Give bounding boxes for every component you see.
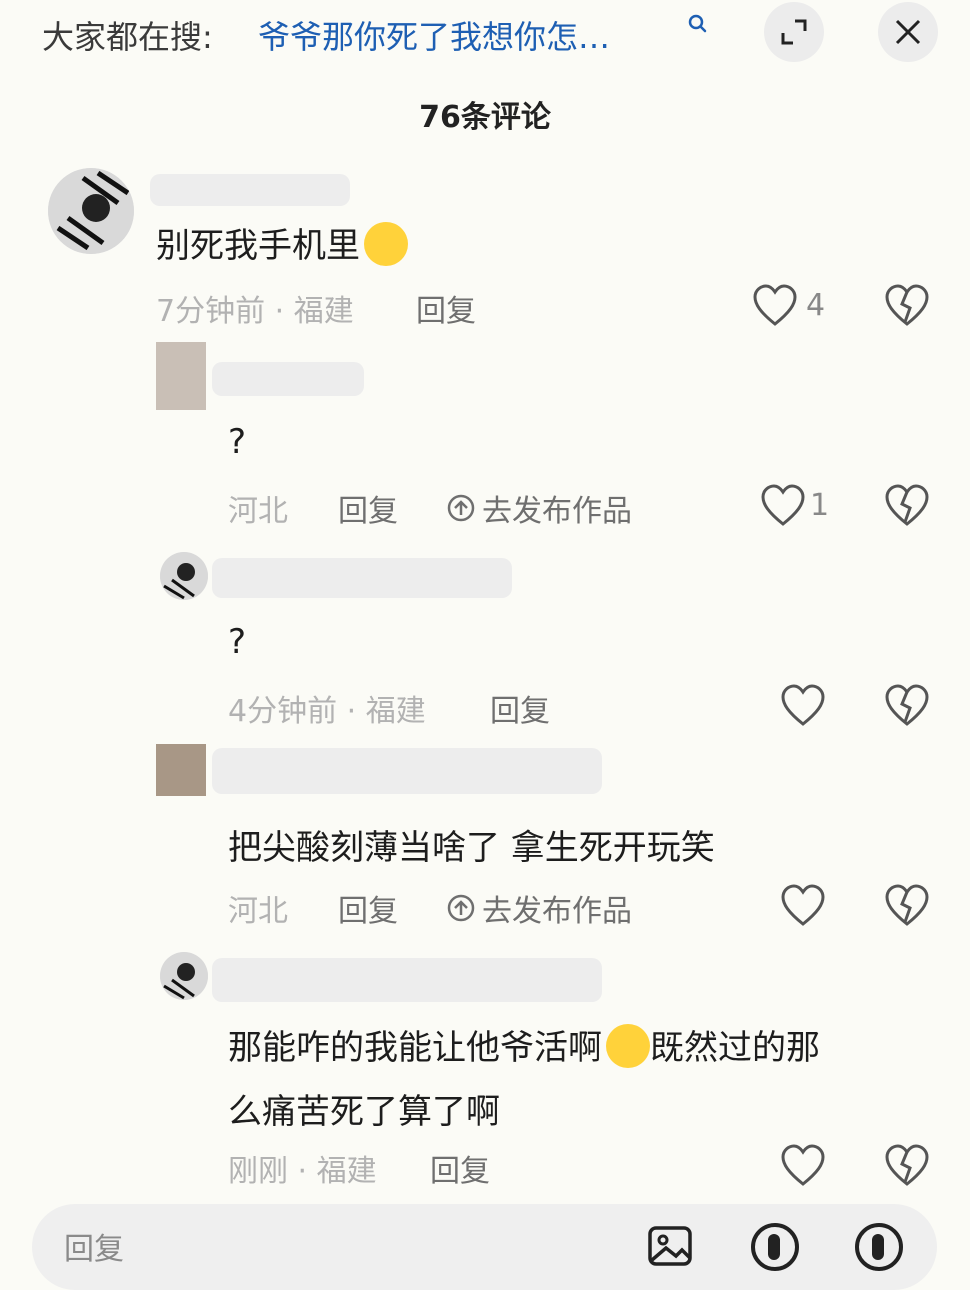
heart-icon[interactable] (780, 684, 826, 728)
comment-text-line2: 么痛苦死了算了啊 (228, 1092, 500, 1132)
username-blurred[interactable] (150, 174, 350, 206)
publish-work-link[interactable]: 去发布作品 (446, 486, 632, 530)
broken-heart-icon[interactable] (884, 884, 930, 928)
emoji-cry-laugh (364, 221, 408, 266)
publish-work-label: 去发布作品 (482, 494, 632, 529)
heart-icon[interactable] (760, 484, 806, 528)
upload-icon (447, 494, 475, 522)
close-button[interactable] (878, 2, 938, 62)
comment-text: 把尖酸刻薄当啥了 拿生死开玩笑 (228, 828, 715, 868)
upload-icon (447, 894, 475, 922)
heart-icon[interactable] (752, 284, 798, 328)
comment-text: 那能咋的我能让他爷活啊 既然过的那 (228, 1020, 820, 1072)
search-label: 大家都在搜: (42, 18, 213, 56)
comment-text: ? (228, 622, 247, 662)
comment-meta: 7分钟前 · 福建 (156, 294, 354, 329)
like-count: 1 (810, 488, 830, 523)
comment-text: 别死我手机里 (156, 218, 408, 270)
broken-heart-icon[interactable] (884, 284, 930, 328)
emoji-cry-laugh (606, 1023, 650, 1068)
comment-meta: 河北 (228, 494, 288, 529)
avatar-image (48, 168, 134, 254)
reply-button[interactable]: 回复 (338, 486, 398, 530)
broken-heart-icon[interactable] (884, 1144, 930, 1188)
username-blurred[interactable] (212, 558, 512, 598)
avatar-image (160, 552, 208, 600)
search-suggestion-link[interactable]: 爷爷那你死了我想你怎… (258, 12, 610, 58)
reply-button[interactable]: 回复 (430, 1146, 490, 1190)
image-icon[interactable] (646, 1222, 694, 1270)
at-icon[interactable] (748, 1220, 802, 1274)
comment-meta: 河北 (228, 894, 288, 929)
username-blurred[interactable] (212, 748, 602, 794)
publish-work-link[interactable]: 去发布作品 (446, 886, 632, 930)
heart-icon[interactable] (780, 1144, 826, 1188)
comment-count-title: 76条评论 (419, 100, 551, 135)
broken-heart-icon[interactable] (884, 484, 930, 528)
username-blurred[interactable] (212, 362, 364, 396)
expand-icon (781, 19, 807, 45)
expand-button[interactable] (764, 2, 824, 62)
comment-meta: 刚刚 · 福建 (228, 1154, 377, 1189)
comment-meta: 4分钟前 · 福建 (228, 694, 426, 729)
avatar[interactable] (160, 952, 208, 1000)
reply-button[interactable]: 回复 (338, 886, 398, 930)
comment-text: ? (228, 422, 247, 462)
reply-button[interactable]: 回复 (416, 286, 476, 330)
heart-icon[interactable] (780, 884, 826, 928)
avatar[interactable] (156, 342, 206, 410)
avatar[interactable] (156, 744, 206, 796)
search-icon[interactable] (686, 12, 710, 40)
avatar-image (160, 952, 208, 1000)
avatar[interactable] (48, 168, 134, 254)
reply-button[interactable]: 回复 (490, 686, 550, 730)
close-icon (895, 19, 921, 45)
username-blurred[interactable] (212, 958, 602, 1002)
broken-heart-icon[interactable] (884, 684, 930, 728)
publish-work-label: 去发布作品 (482, 894, 632, 929)
avatar[interactable] (160, 552, 208, 600)
like-count: 4 (806, 288, 826, 323)
emoji-icon[interactable] (852, 1220, 906, 1274)
reply-input-placeholder[interactable]: 回复 (64, 1224, 124, 1268)
